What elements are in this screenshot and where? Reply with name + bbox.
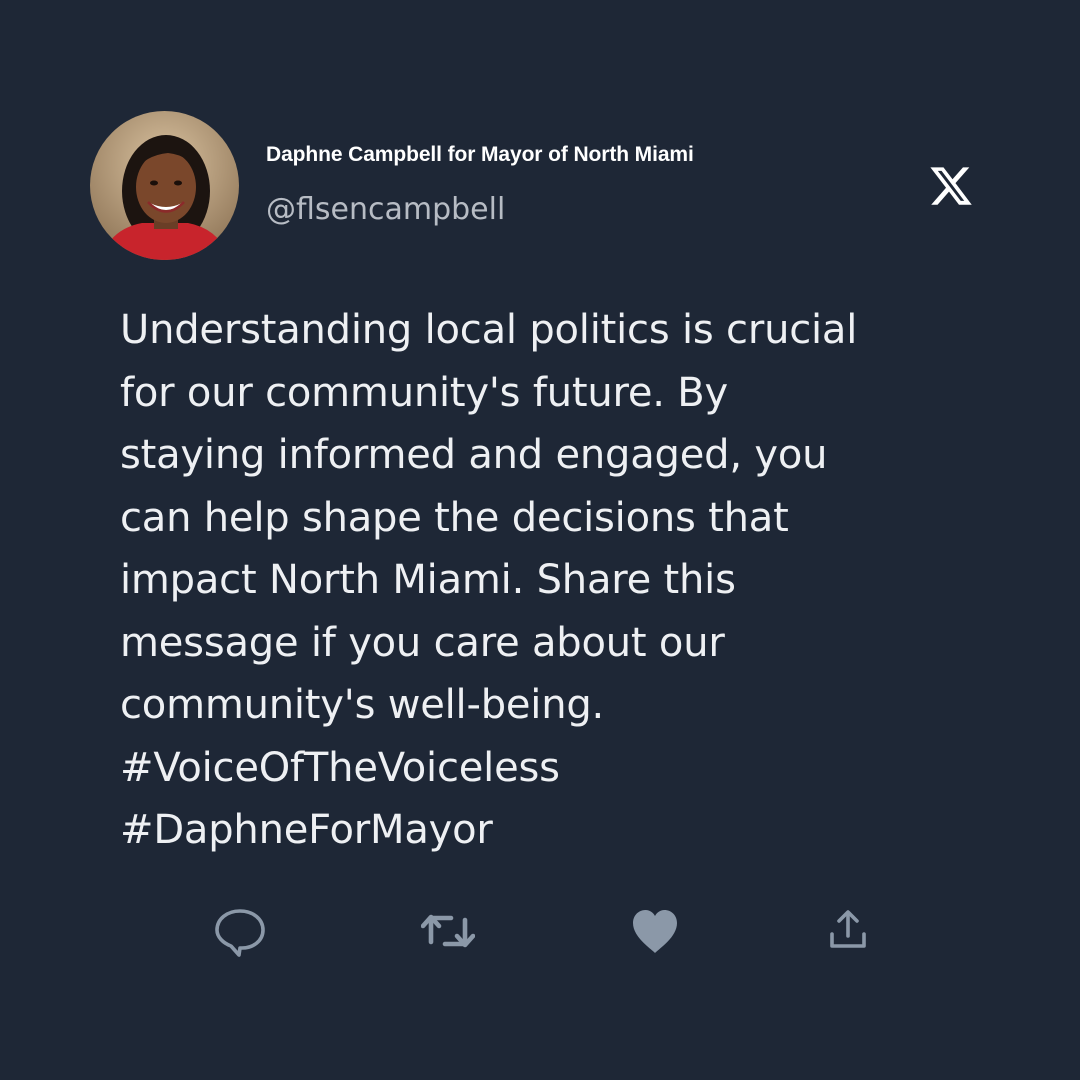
like-icon[interactable] <box>628 904 682 958</box>
retweet-icon[interactable] <box>421 904 475 958</box>
profile-photo <box>90 111 239 260</box>
tweet-text: Understanding local politics is crucial … <box>120 307 858 853</box>
x-logo-icon <box>928 163 974 209</box>
reply-icon[interactable] <box>213 904 267 958</box>
handle[interactable]: @flsencampbell <box>266 192 505 227</box>
display-name[interactable]: Daphne Campbell for Mayor of North Miami <box>266 143 694 167</box>
share-icon[interactable] <box>821 904 875 958</box>
avatar[interactable] <box>90 111 239 260</box>
